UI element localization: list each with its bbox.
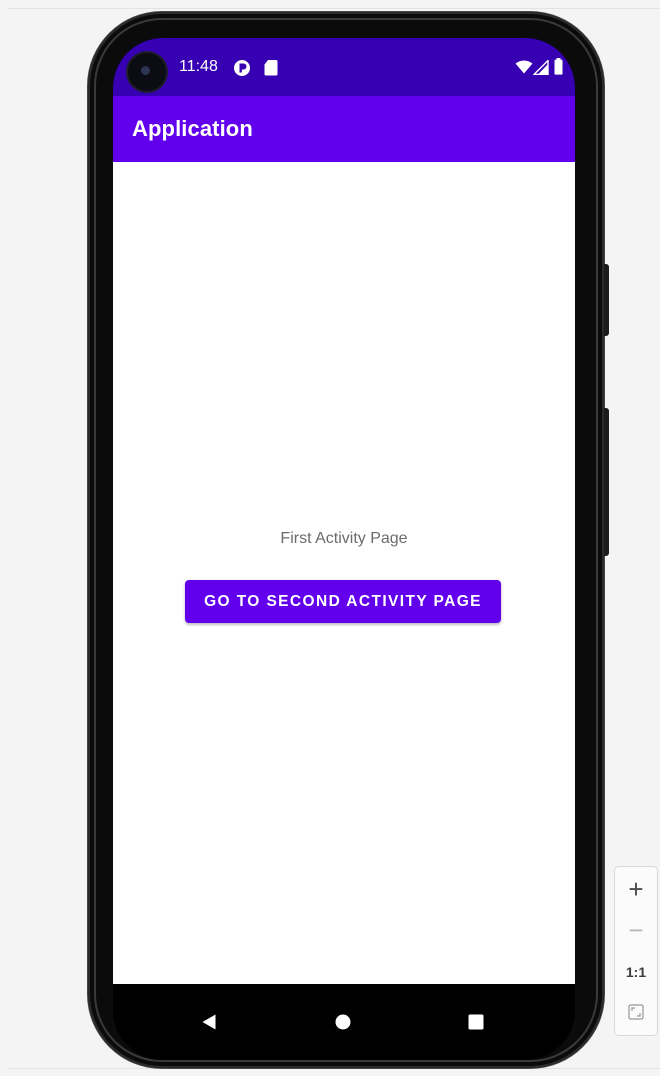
main-content: First Activity Page GO TO SECOND ACTIVIT…	[113, 162, 575, 984]
emulator-canvas: 11:48 Application First Activity Page GO…	[0, 0, 660, 1076]
home-button[interactable]	[325, 1004, 361, 1040]
canvas-divider-top	[8, 8, 660, 9]
home-icon	[335, 1014, 351, 1030]
app-bar: Application	[113, 96, 575, 162]
status-time: 11:48	[179, 58, 218, 75]
status-bar: 11:48	[113, 38, 575, 96]
canvas-divider-bottom	[8, 1068, 660, 1069]
zoom-out-button[interactable]: −	[615, 911, 657, 949]
notification-icon	[233, 59, 251, 82]
page-label: First Activity Page	[280, 530, 408, 547]
phone-screen: 11:48 Application First Activity Page GO…	[113, 38, 575, 1060]
navigation-bar	[113, 984, 575, 1060]
signal-icon	[532, 58, 549, 80]
phone-frame: 11:48 Application First Activity Page GO…	[88, 12, 609, 1068]
battery-icon	[554, 58, 563, 80]
recents-button[interactable]	[458, 1004, 494, 1040]
fit-screen-button[interactable]	[615, 993, 657, 1031]
fit-screen-icon	[628, 1004, 644, 1020]
zoom-controls: + − 1:1	[614, 866, 658, 1036]
back-button[interactable]	[191, 1004, 227, 1040]
zoom-in-button[interactable]: +	[615, 870, 657, 908]
power-button[interactable]	[604, 264, 609, 336]
sd-card-icon	[264, 59, 278, 81]
go-to-second-activity-button[interactable]: GO TO SECOND ACTIVITY PAGE	[185, 580, 501, 623]
actual-size-button[interactable]: 1:1	[615, 953, 657, 991]
app-title: Application	[132, 116, 253, 141]
recents-icon	[468, 1014, 484, 1030]
front-camera	[128, 53, 166, 91]
wifi-icon	[515, 60, 533, 79]
volume-button[interactable]	[604, 408, 609, 556]
back-icon	[202, 1014, 216, 1030]
